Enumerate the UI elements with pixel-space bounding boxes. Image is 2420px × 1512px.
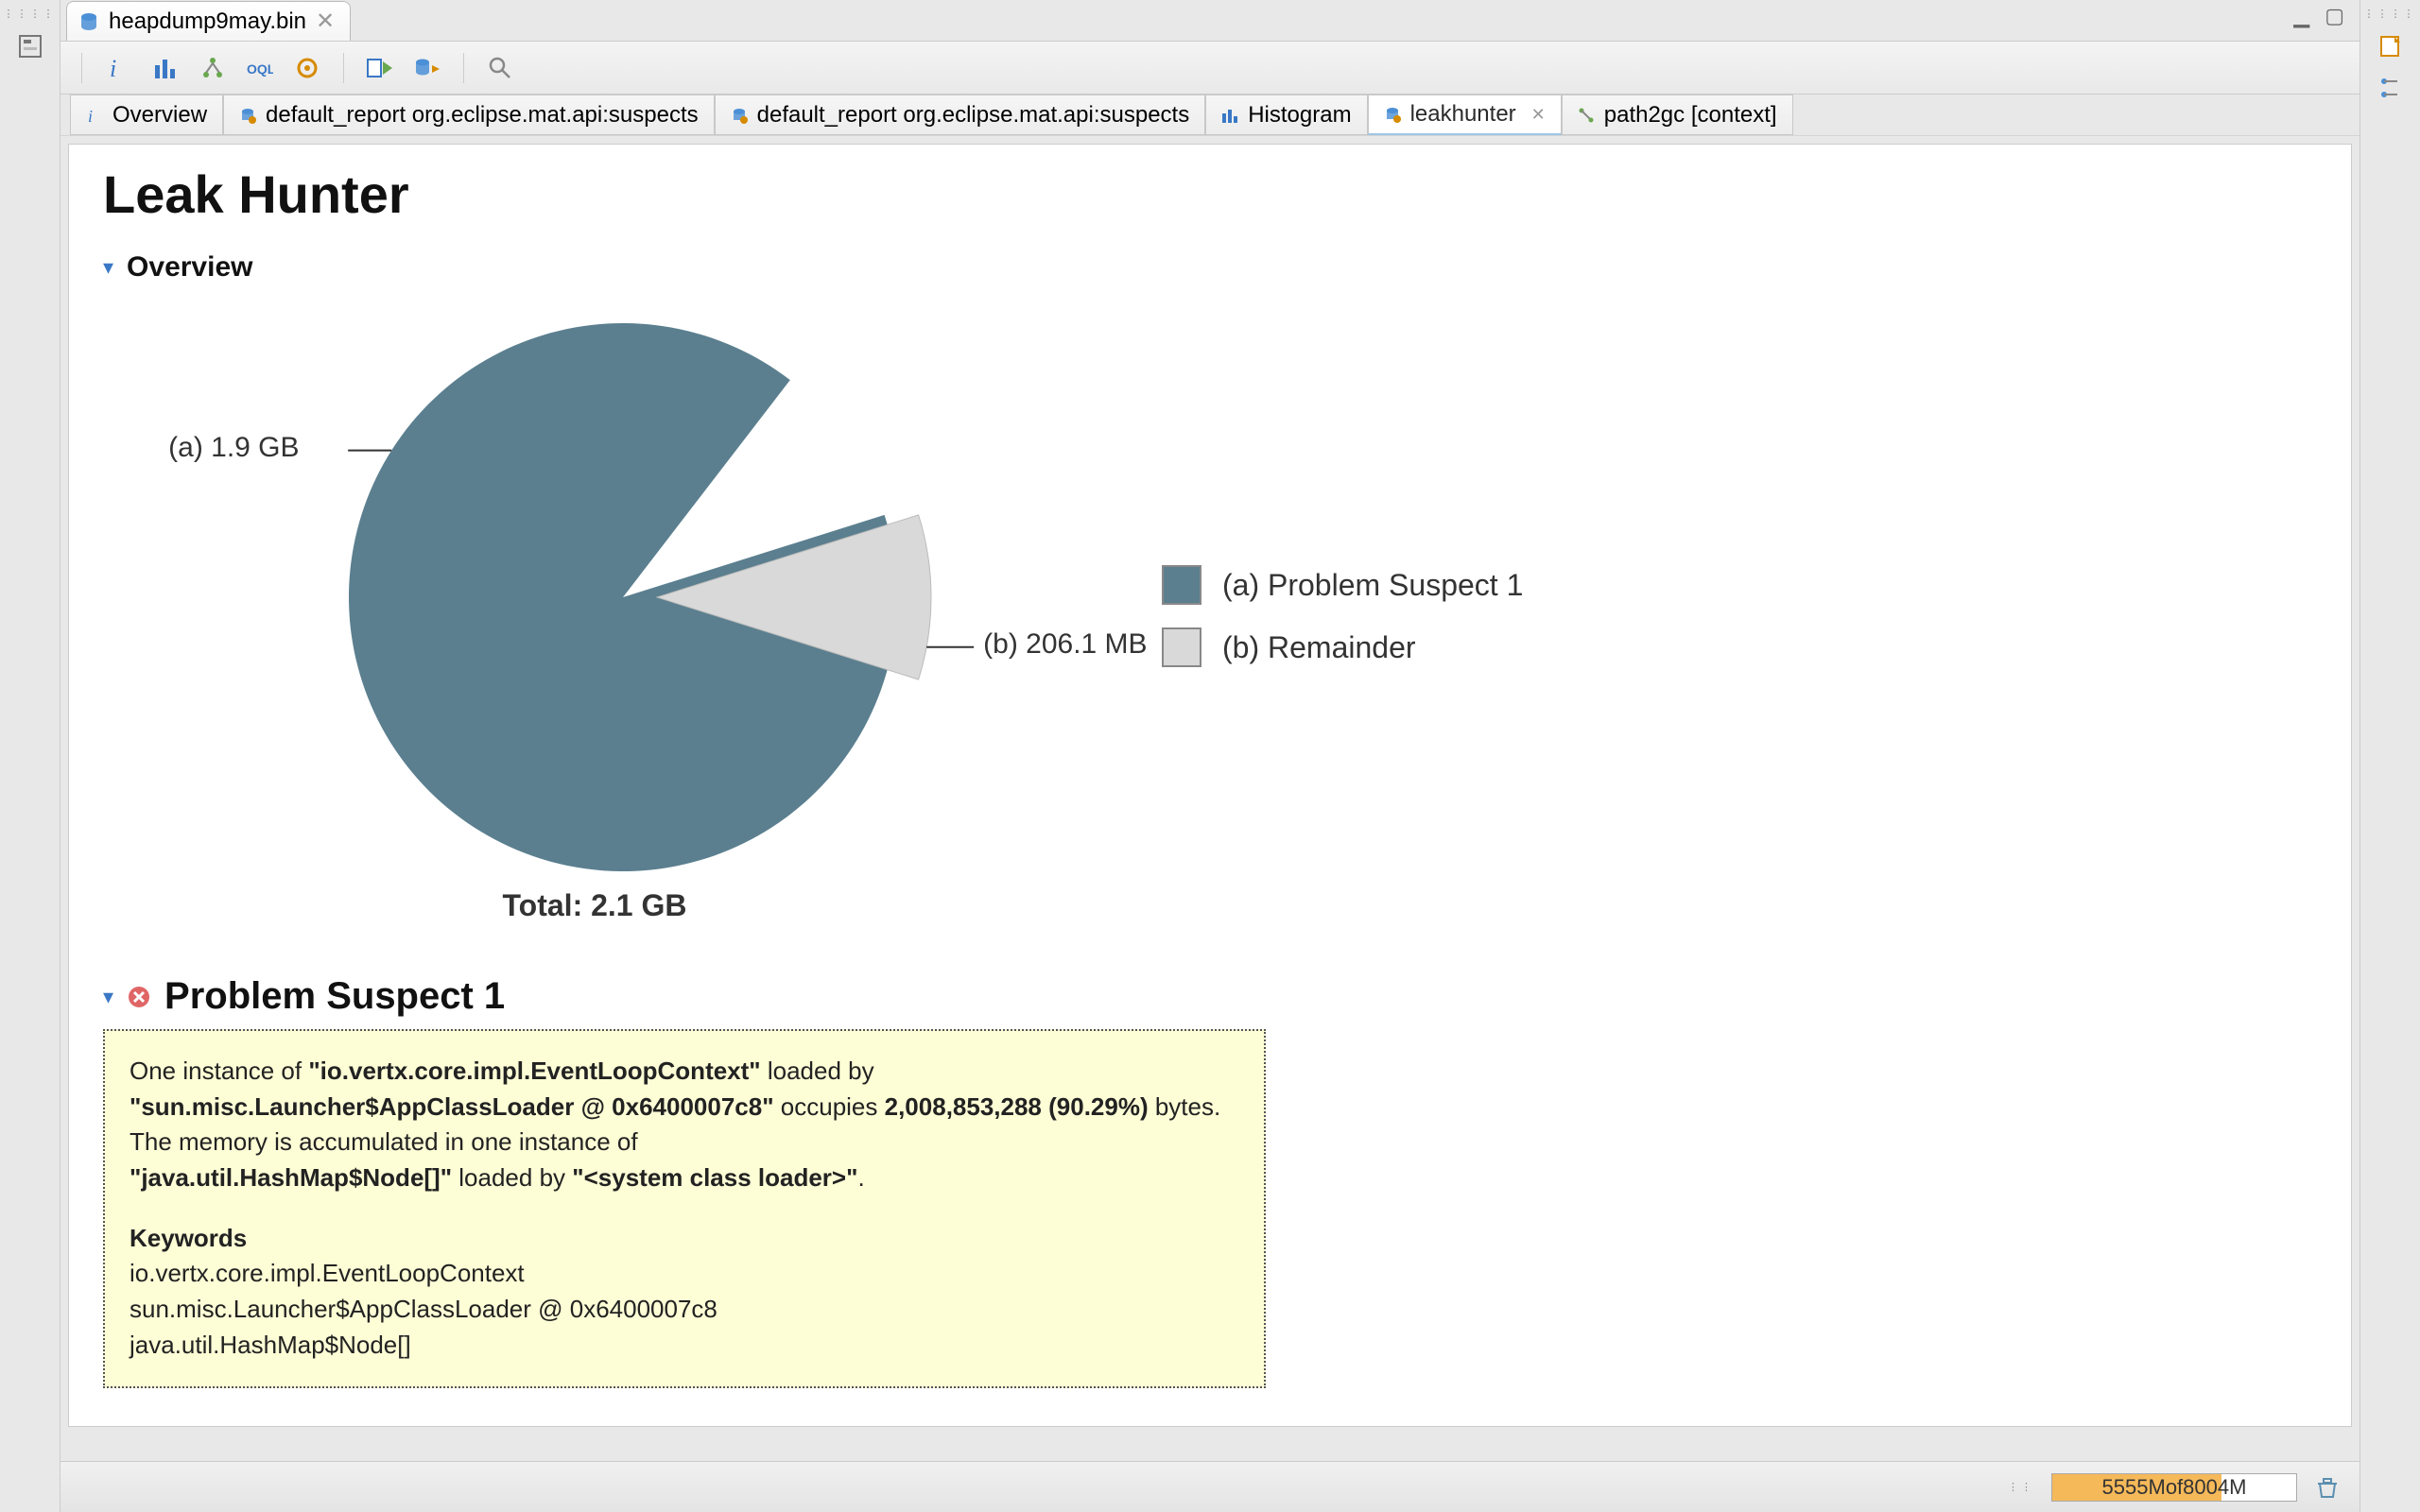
chart-callout-b: (b) 206.1 MB [983,628,1147,661]
legend-label: (b) Remainder [1222,630,1416,665]
drag-dots-icon: ⋮⋮ [2008,1481,2034,1493]
subtab-path2gc[interactable]: path2gc [context] [1562,94,1793,135]
subtab-leakhunter[interactable]: leakhunter ✕ [1368,94,1562,135]
editor-tab-bar: heapdump9may.bin ✕ ▁ ▢ [60,0,2360,42]
subtab-default-report-2[interactable]: default_report org.eclipse.mat.api:suspe… [715,94,1206,135]
chart-callout-a: (a) 1.9 GB [168,432,299,464]
suspect-keywords: Keywords io.vertx.core.impl.EventLoopCon… [130,1221,1239,1364]
subtab-histogram[interactable]: Histogram [1205,94,1367,135]
histogram-icon [1221,107,1238,124]
drag-dots-icon: ⋮⋮⋮⋮ [4,8,57,20]
dominator-tree-icon[interactable] [198,53,228,83]
editor-tab-label: heapdump9may.bin [109,9,306,35]
run-report-icon[interactable] [365,53,395,83]
close-icon[interactable]: ✕ [1531,105,1546,125]
chart-total-label: Total: 2.1 GB [160,888,1029,923]
thread-icon[interactable] [292,53,322,83]
subtab-label: Overview [112,102,207,129]
svg-text:i: i [110,56,116,80]
query-browser-icon[interactable] [412,53,442,83]
chart-legend: (a) Problem Suspect 1 (b) Remainder [1162,565,1523,667]
error-icon [127,985,151,1009]
report-icon [239,107,256,124]
tree-icon [1578,107,1595,124]
outline-view-icon[interactable] [15,31,45,61]
navigation-history-icon[interactable] [2376,73,2406,103]
collapse-toggle-icon[interactable]: ▾ [103,255,113,280]
memory-used: 5555M [2102,1475,2166,1500]
right-gutter: ⋮⋮⋮⋮ [2360,0,2420,1512]
status-bar: ⋮⋮ 5555M of 8004M [60,1461,2360,1512]
gc-button-icon[interactable] [2314,1474,2341,1501]
legend-swatch [1162,565,1201,605]
editor-tab-heapdump[interactable]: heapdump9may.bin ✕ [66,1,351,41]
suspect-heading: Problem Suspect 1 [164,975,505,1018]
legend-item: (b) Remainder [1162,627,1523,667]
notes-view-icon[interactable] [2376,31,2406,61]
histogram-icon[interactable] [150,53,181,83]
info-icon: i [86,107,103,124]
svg-text:i: i [88,107,93,124]
oql-icon[interactable]: OQL [245,53,275,83]
legend-label: (a) Problem Suspect 1 [1222,568,1523,603]
info-icon[interactable]: i [103,53,133,83]
page-title: Leak Hunter [103,163,2317,225]
subtab-label: default_report org.eclipse.mat.api:suspe… [266,102,699,129]
sub-tab-bar: i Overview default_report org.eclipse.ma… [60,94,2360,136]
subtab-label: path2gc [context] [1604,102,1777,129]
toolbar: i OQL [60,42,2360,94]
overview-heading: Overview [127,251,252,284]
search-icon[interactable] [485,53,515,83]
subtab-label: leakhunter [1410,101,1516,128]
subtab-default-report-1[interactable]: default_report org.eclipse.mat.api:suspe… [223,94,715,135]
heap-memory-indicator[interactable]: 5555M of 8004M [2051,1473,2297,1502]
subtab-label: default_report org.eclipse.mat.api:suspe… [757,102,1190,129]
suspect-description: One instance of "io.vertx.core.impl.Even… [130,1054,1239,1196]
maximize-button[interactable]: ▢ [2325,4,2344,28]
subtab-overview[interactable]: i Overview [70,94,223,135]
report-icon [731,107,748,124]
left-gutter: ⋮⋮⋮⋮ [0,0,60,1512]
collapse-toggle-icon[interactable]: ▾ [103,985,113,1009]
problem-suspect-box: One instance of "io.vertx.core.impl.Even… [103,1029,1266,1388]
pie-chart: (a) 1.9 GB (b) 206.1 MB Total: 2.1 GB [160,295,1029,937]
report-content: Leak Hunter ▾ Overview (a) 1.9 GB (b) 20… [68,144,2352,1427]
close-icon[interactable]: ✕ [316,8,335,35]
memory-total: 8004M [2183,1475,2246,1500]
subtab-label: Histogram [1248,102,1351,129]
drag-dots-icon: ⋮⋮⋮⋮ [2364,8,2417,20]
legend-item: (a) Problem Suspect 1 [1162,565,1523,605]
minimize-button[interactable]: ▁ [2293,4,2309,28]
legend-swatch [1162,627,1201,667]
svg-text:OQL: OQL [247,61,273,77]
report-icon [1384,106,1401,123]
database-icon [78,11,99,32]
